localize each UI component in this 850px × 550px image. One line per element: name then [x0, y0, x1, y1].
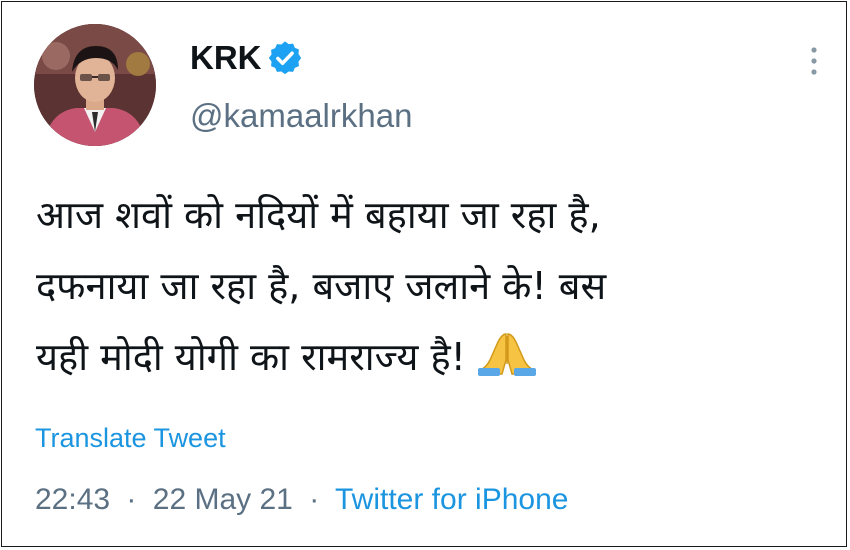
- tweet-card: KRK @kamaalrkhan आज शवों को नदियों में ब…: [1, 1, 847, 547]
- translate-tweet-link[interactable]: Translate Tweet: [35, 420, 226, 456]
- meta-separator: ·: [126, 483, 137, 516]
- tweet-text: आज शवों को नदियों में बहाया जा रहा है, द…: [36, 180, 826, 393]
- meta-separator: ·: [309, 483, 320, 516]
- author-display-name[interactable]: KRK: [190, 38, 262, 78]
- tweet-text-line: यही मोदी योगी का रामराज्य है!: [36, 335, 466, 379]
- verified-badge-icon: [268, 41, 302, 75]
- folded-hands-icon: [477, 333, 536, 376]
- more-vertical-icon[interactable]: [802, 42, 826, 80]
- tweet-time[interactable]: 22:43: [35, 483, 110, 516]
- tweet-metadata: 22:43 · 22 May 21 · Twitter for iPhone: [35, 480, 568, 520]
- tweet-date[interactable]: 22 May 21: [153, 483, 293, 516]
- tweet-text-line: आज शवों को नदियों में बहाया जा रहा है,: [36, 193, 601, 237]
- avatar[interactable]: [34, 24, 156, 146]
- tweet-text-line-last: यही मोदी योगी का रामराज्य है!: [36, 322, 826, 393]
- tweet-source-link[interactable]: Twitter for iPhone: [335, 483, 568, 516]
- author-handle[interactable]: @kamaalrkhan: [190, 96, 412, 136]
- tweet-text-line: दफनाया जा रहा है, बजाए जलाने के! बस: [36, 264, 607, 308]
- profile-photo-icon: [34, 24, 156, 146]
